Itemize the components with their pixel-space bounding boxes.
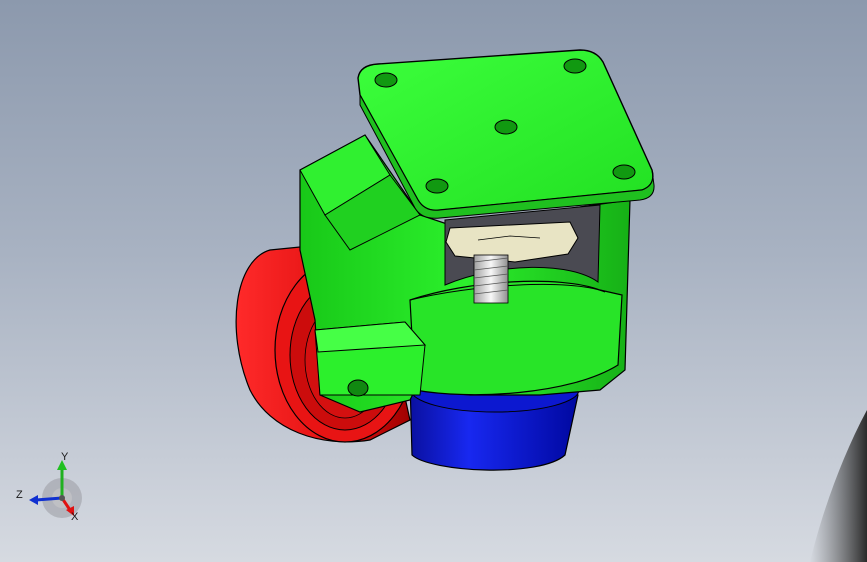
graphics-viewport[interactable]: Y Z X (0, 0, 867, 562)
mount-hole (612, 164, 636, 180)
offscreen-geometry (810, 410, 867, 562)
mount-hole (425, 178, 449, 194)
threaded-stem[interactable] (473, 254, 509, 304)
triad-x-label: X (71, 511, 79, 523)
triad-z-label: Z (16, 489, 23, 501)
mount-hole (494, 119, 518, 135)
mount-hole (563, 58, 587, 74)
3d-model-caster[interactable] (0, 0, 867, 562)
reference-triad[interactable]: Y Z X (14, 448, 86, 528)
triad-y-label: Y (61, 451, 69, 463)
mount-hole (374, 72, 398, 88)
